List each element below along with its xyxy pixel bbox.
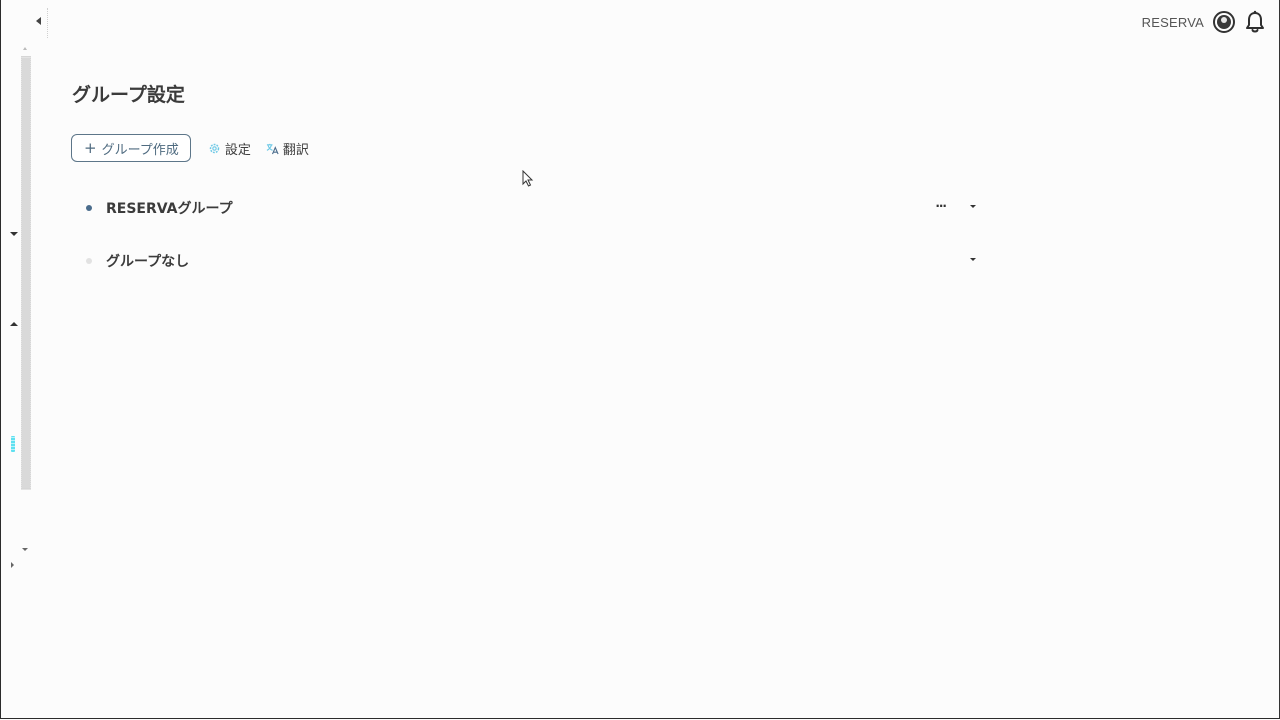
page-title: グループ設定 bbox=[72, 84, 185, 106]
toolbar: + グループ作成 設定 翻訳 bbox=[71, 134, 309, 162]
collapse-sidebar-icon[interactable] bbox=[34, 15, 44, 27]
divider bbox=[47, 8, 49, 38]
translate-label: 翻訳 bbox=[282, 142, 309, 158]
more-options-icon[interactable]: ··· bbox=[935, 199, 947, 213]
account-circle-icon[interactable] bbox=[1213, 11, 1235, 33]
plus-icon: + bbox=[84, 138, 97, 157]
active-indicator bbox=[11, 436, 15, 452]
chevron-down-icon[interactable] bbox=[970, 205, 978, 211]
chevron-right-icon[interactable] bbox=[11, 562, 14, 568]
scrollbar-thumb[interactable] bbox=[22, 58, 30, 488]
app-frame bbox=[0, 0, 1280, 719]
settings-link[interactable]: 設定 bbox=[208, 139, 251, 158]
bullet-icon bbox=[86, 205, 92, 211]
translate-link[interactable]: 翻訳 bbox=[266, 139, 309, 158]
chevron-down-icon[interactable] bbox=[10, 232, 18, 236]
header-account-area: RESERVA bbox=[1142, 9, 1266, 35]
group-name[interactable]: グループなし bbox=[106, 251, 189, 271]
chevron-down-icon[interactable] bbox=[970, 258, 978, 264]
list-item[interactable]: RESERVAグループ ··· bbox=[84, 197, 984, 219]
bell-icon[interactable] bbox=[1244, 10, 1266, 34]
chevron-up-icon[interactable] bbox=[10, 322, 18, 326]
group-name[interactable]: RESERVAグループ bbox=[106, 198, 233, 218]
account-name[interactable]: RESERVA bbox=[1142, 15, 1204, 30]
gear-icon bbox=[209, 143, 220, 153]
bullet-icon bbox=[86, 258, 92, 264]
create-group-label: グループ作成 bbox=[101, 142, 179, 158]
sidebar bbox=[0, 0, 48, 720]
list-item[interactable]: グループなし bbox=[84, 250, 984, 272]
create-group-button[interactable]: + グループ作成 bbox=[71, 134, 191, 162]
chevron-down-icon[interactable] bbox=[22, 548, 28, 551]
scroll-up-icon[interactable] bbox=[23, 47, 27, 50]
translate-icon bbox=[266, 143, 279, 154]
settings-label: 設定 bbox=[224, 142, 251, 158]
mouse-cursor-icon bbox=[522, 170, 534, 187]
